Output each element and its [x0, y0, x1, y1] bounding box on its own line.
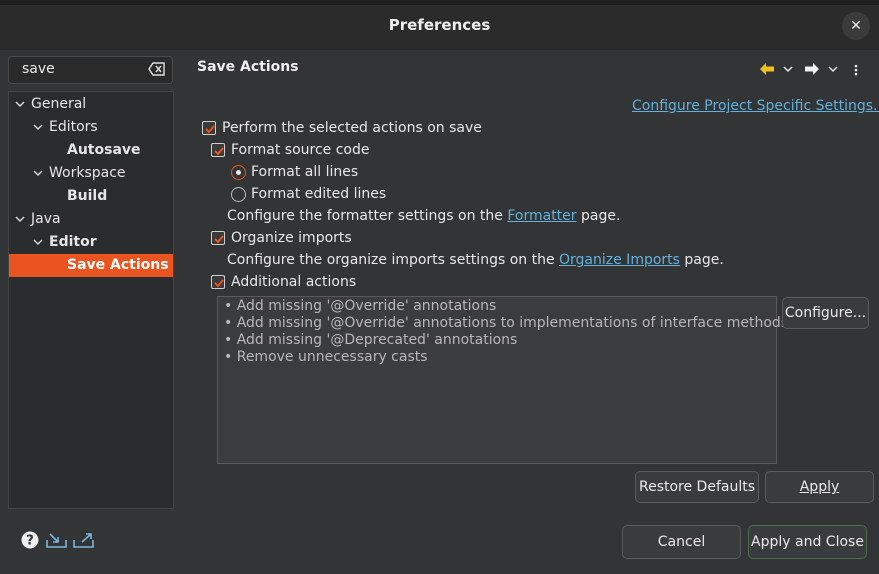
configure-button[interactable]: Configure...: [782, 297, 869, 329]
list-item: • Add missing '@Override' annotations to…: [224, 315, 789, 331]
import-icon[interactable]: [46, 531, 68, 553]
back-arrow-icon[interactable]: [760, 63, 774, 79]
format-all-radio[interactable]: Format all lines: [231, 164, 358, 180]
cancel-button[interactable]: Cancel: [622, 525, 741, 559]
clear-search-icon[interactable]: [148, 62, 166, 76]
tree-item-general[interactable]: General: [9, 93, 173, 116]
page-title: Save Actions: [197, 59, 299, 75]
format-edited-radio[interactable]: Format edited lines: [231, 186, 386, 202]
chevron-down-icon[interactable]: [31, 117, 45, 140]
tree-item-build[interactable]: Build: [9, 185, 173, 208]
tree-item-label: Workspace: [49, 165, 126, 181]
tree-item-java[interactable]: Java: [9, 208, 173, 231]
checkbox-icon: [211, 143, 225, 157]
list-item: • Add missing '@Deprecated' annotations: [224, 332, 518, 348]
format-source-checkbox[interactable]: Format source code: [211, 142, 370, 158]
top-strip: [0, 0, 879, 5]
organize-imports-link[interactable]: Organize Imports: [559, 252, 680, 268]
search-input-value: save: [22, 61, 55, 77]
forward-arrow-icon[interactable]: [805, 63, 819, 79]
project-settings-link[interactable]: Configure Project Specific Settings...: [632, 98, 879, 114]
format-edited-label: Format edited lines: [251, 186, 387, 202]
help-icon[interactable]: ?: [21, 531, 39, 553]
list-item: • Add missing '@Override' annotations: [224, 298, 497, 314]
radio-selected-icon: [231, 164, 246, 180]
chevron-down-icon[interactable]: [13, 94, 27, 117]
tree-item-label: General: [31, 96, 87, 112]
format-all-label: Format all lines: [251, 164, 359, 180]
apply-and-close-button[interactable]: Apply and Close: [748, 525, 867, 559]
organize-imports-label: Organize imports: [231, 230, 352, 246]
close-button[interactable]: ✕: [842, 12, 870, 40]
tree-item-label: Java: [31, 211, 61, 227]
back-history-chevron-icon[interactable]: [782, 63, 794, 78]
checkbox-icon: [211, 231, 225, 245]
preferences-tree[interactable]: General Editors Autosave Workspace Build Java…: [8, 91, 174, 509]
tree-item-workspace[interactable]: Workspace: [9, 162, 173, 185]
format-source-label: Format source code: [231, 142, 370, 158]
apply-button[interactable]: Apply: [765, 471, 874, 503]
additional-actions-checkbox[interactable]: Additional actions: [211, 274, 356, 290]
svg-text:?: ?: [26, 534, 34, 549]
perform-actions-label: Perform the selected actions on save: [222, 120, 482, 136]
organize-note: Configure the organize imports settings …: [227, 252, 724, 268]
view-menu-icon[interactable]: [854, 64, 858, 80]
tree-item-editors[interactable]: Editors: [9, 116, 173, 139]
tree-item-label: Build: [67, 188, 108, 204]
tree-item-autosave[interactable]: Autosave: [9, 139, 173, 162]
window-title: Preferences: [388, 16, 491, 34]
tree-item-label: Editor: [49, 234, 97, 250]
tree-item-label: Autosave: [67, 142, 141, 158]
formatter-note: Configure the formatter settings on the …: [227, 208, 621, 224]
additional-actions-label: Additional actions: [231, 274, 357, 290]
forward-history-chevron-icon[interactable]: [827, 63, 839, 78]
radio-unselected-icon: [231, 186, 246, 202]
formatter-link[interactable]: Formatter: [507, 208, 576, 224]
restore-defaults-button[interactable]: Restore Defaults: [635, 471, 759, 503]
perform-actions-checkbox[interactable]: Perform the selected actions on save: [202, 120, 482, 136]
tree-item-editor[interactable]: Editor: [9, 231, 173, 254]
chevron-down-icon[interactable]: [13, 209, 27, 232]
additional-actions-list[interactable]: • Add missing '@Override' annotations • …: [217, 296, 789, 464]
list-item: • Remove unnecessary casts: [224, 349, 428, 365]
tree-item-label: Save Actions: [67, 257, 169, 273]
checkbox-icon: [211, 275, 225, 289]
checkbox-icon: [202, 121, 216, 135]
organize-imports-checkbox[interactable]: Organize imports: [211, 230, 352, 246]
chevron-down-icon[interactable]: [31, 232, 45, 255]
close-icon: ✕: [850, 18, 862, 34]
tree-item-label: Editors: [49, 119, 98, 135]
export-icon[interactable]: [73, 531, 95, 553]
tree-item-save-actions[interactable]: Save Actions: [9, 254, 173, 277]
chevron-down-icon[interactable]: [31, 163, 45, 186]
